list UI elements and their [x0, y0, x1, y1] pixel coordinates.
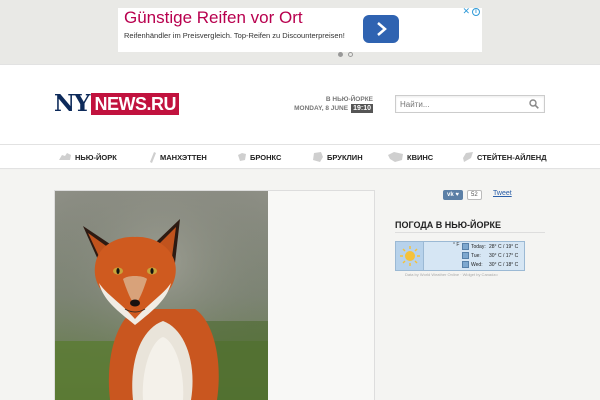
nav-item-label: МАНХЭТТЕН	[160, 153, 207, 162]
weather-credits[interactable]: Data by World Weather Online · Widget by…	[405, 272, 498, 277]
logo-ny-text[interactable]: NY	[54, 92, 90, 115]
nav-item-label: КВИНС	[407, 153, 434, 162]
ad-banner[interactable]: Günstige Reifen vor Ort Reifenhändler im…	[118, 7, 482, 57]
ad-arrow-button[interactable]	[363, 15, 399, 43]
search-icon[interactable]	[529, 99, 539, 109]
chevron-right-icon	[377, 22, 387, 36]
article-photo-fox[interactable]	[55, 191, 268, 400]
site-header: NY NEWS.RU В НЬЮ-ЙОРКЕ MONDAY, 8 JUNE 19…	[0, 64, 600, 144]
sun-icon	[396, 242, 424, 270]
weather-title: ПОГОДА В НЬЮ-ЙОРКЕ	[395, 220, 501, 230]
weather-divider	[395, 232, 545, 233]
nav-item-label: БРОНКС	[250, 152, 282, 162]
vk-share[interactable]: vk ♥ 52	[443, 190, 482, 200]
temperature-units[interactable]: ° F	[453, 242, 459, 248]
ad-page-dot-active[interactable]	[338, 52, 343, 57]
weather-day: Tue:	[471, 252, 481, 259]
logo-news-text[interactable]: NEWS.RU	[91, 93, 179, 115]
current-time: 19:10	[351, 104, 373, 113]
weather-row-wed: Wed: 30° C / 18° C	[462, 261, 518, 268]
weather-day: Wed:	[471, 261, 483, 268]
ad-info-icon[interactable]: i	[472, 8, 480, 16]
search-input[interactable]	[400, 98, 520, 111]
ad-pagination	[338, 52, 358, 58]
nav-item-queens[interactable]: КВИНС	[388, 152, 433, 163]
ad-banner-area: Günstige Reifen vor Ort Reifenhändler im…	[0, 0, 600, 64]
vk-like-count: 52	[467, 190, 482, 200]
search-box	[395, 95, 545, 113]
weather-row-tue: Tue: 30° C / 17° C	[462, 252, 518, 259]
weather-temp: 30° C / 18° C	[489, 261, 519, 268]
weather-day: Today:	[471, 243, 486, 250]
site-logo[interactable]: NY NEWS.RU	[54, 92, 179, 115]
weather-temp: 28° C / 19° C	[489, 243, 519, 250]
map-manhattan-icon	[150, 152, 156, 163]
ad-close-icon[interactable]: ✕	[462, 7, 470, 16]
weather-widget[interactable]: ° F Today: 28° C / 19° C Tue: 30° C / 17…	[395, 241, 525, 271]
nav-item-label: БРУКЛИН	[327, 153, 363, 162]
nav-item-manhattan[interactable]: МАНХЭТТЕН	[149, 152, 207, 163]
ad-description[interactable]: Reifenhändler im Preisvergleich. Top-Rei…	[124, 31, 345, 40]
map-staten-island-icon	[463, 152, 473, 162]
map-brooklyn-icon	[313, 152, 323, 162]
weather-row-today: Today: 28° C / 19° C	[462, 243, 518, 250]
cloud-sun-icon	[462, 252, 469, 259]
current-date: MONDAY, 8 JUNE	[294, 105, 349, 112]
vk-like-button[interactable]: vk ♥	[443, 190, 463, 200]
cloud-rain-icon	[462, 261, 469, 268]
nav-item-label: НЬЮ-ЙОРК	[75, 152, 117, 162]
weather-temp: 30° C / 17° C	[489, 252, 519, 259]
tweet-link[interactable]: Tweet	[493, 190, 512, 197]
nav-item-new-york[interactable]: НЬЮ-ЙОРК	[58, 152, 117, 162]
city-label: В НЬЮ-ЙОРКЕ	[325, 96, 373, 103]
nav-item-label: СТЕЙТЕН-АЙЛЕНД	[477, 153, 547, 162]
nav-item-staten-island[interactable]: СТЕЙТЕН-АЙЛЕНД	[462, 152, 547, 163]
nav-item-bronx[interactable]: БРОНКС	[237, 152, 281, 162]
nav-item-brooklyn[interactable]: БРУКЛИН	[312, 152, 363, 163]
map-bronx-icon	[238, 153, 246, 161]
ad-page-dot[interactable]	[348, 52, 353, 57]
map-queens-icon	[388, 152, 403, 162]
cloud-icon	[462, 243, 469, 250]
borough-nav: НЬЮ-ЙОРК МАНХЭТТЕН БРОНКС БРУКЛИН КВИНС …	[0, 144, 600, 169]
map-ny-icon	[59, 153, 71, 160]
date-time: MONDAY, 8 JUNE 19:10	[294, 104, 373, 113]
ad-title[interactable]: Günstige Reifen vor Ort	[124, 8, 303, 28]
